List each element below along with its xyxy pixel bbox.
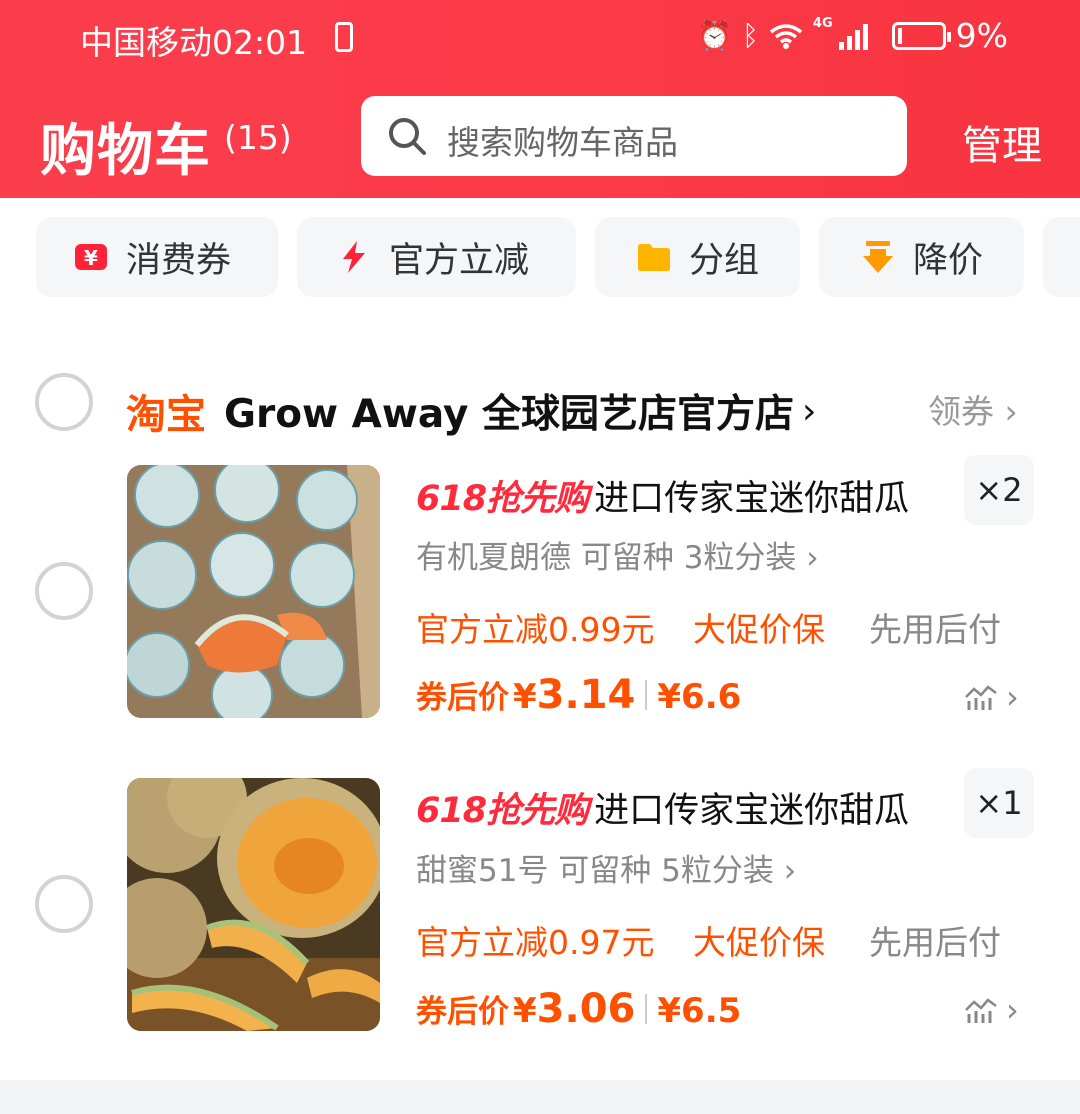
chip-label: 降价 [913, 240, 984, 281]
quantity-button[interactable]: ×2 [964, 455, 1034, 525]
cart-count: (15) [224, 118, 292, 157]
status-bar: 中国移动02:01 ⏰ ᛒ 4G 9% [0, 0, 1080, 76]
store-name: Grow Away 全球园艺店官方店 [224, 392, 794, 437]
item-title[interactable]: 618抢先购 进口传家宝迷你甜瓜 [416, 782, 909, 833]
final-price: 3.14 [536, 672, 636, 718]
wifi-icon [769, 23, 803, 49]
signal-icon [838, 22, 868, 50]
price-line: 券后价 ¥ 3.06 ¥6.5 [416, 986, 741, 1032]
price-protect-tag: 大促价保 [693, 610, 825, 649]
price-protect-tag: 大促价保 [693, 923, 825, 962]
manage-button[interactable]: 管理 [962, 113, 1042, 171]
price-down-icon [861, 240, 895, 274]
divider [645, 680, 648, 710]
promo-label: 618抢先购 [416, 791, 589, 831]
original-price: ¥6.6 [657, 677, 742, 717]
chevron-right-icon: › [773, 853, 797, 889]
price-trend-button[interactable]: › [964, 678, 1024, 716]
item-variant[interactable]: 甜蜜51号 可留种 5粒分装 › [416, 845, 796, 890]
currency-symbol: ¥ [513, 677, 537, 717]
currency-symbol: ¥ [513, 991, 537, 1031]
battery-percent: 9% [955, 16, 1008, 55]
store-header[interactable]: 淘宝 Grow Away 全球园艺店官方店 › [126, 382, 816, 440]
alarm-icon: ⏰ [697, 19, 733, 52]
price-line: 券后价 ¥ 3.14 ¥6.6 [416, 672, 741, 718]
pay-later-tag: 先用后付 [869, 610, 1001, 649]
chevron-right-icon: › [796, 540, 819, 576]
chip-more[interactable] [1043, 217, 1080, 297]
search-icon [389, 118, 426, 155]
section-divider [0, 1080, 1080, 1114]
coupon-icon: ¥ [74, 240, 108, 274]
chip-label: 消费券 [126, 240, 232, 281]
battery-icon [891, 21, 951, 50]
chip-group[interactable]: 分组 [595, 217, 800, 297]
page-title: 购物车 [40, 119, 211, 184]
taobao-label: 淘宝 [126, 392, 206, 438]
folder-icon [637, 240, 671, 274]
price-label: 券后价 [416, 994, 509, 1030]
price-label: 券后价 [416, 680, 509, 716]
promo-label: 618抢先购 [416, 479, 589, 519]
item-select-radio[interactable] [35, 875, 93, 933]
filter-chips: ¥ 消费券 官方立减 分组 降价 [36, 217, 1080, 297]
divider [645, 994, 648, 1024]
search-input[interactable]: 搜索购物车商品 [361, 96, 907, 176]
item-variant[interactable]: 有机夏朗德 可留种 3粒分装 › [416, 532, 819, 577]
svg-text:¥: ¥ [84, 246, 98, 270]
chevron-right-icon: › [994, 392, 1018, 431]
network-label: 4G [812, 16, 833, 31]
store-select-radio[interactable] [35, 373, 93, 431]
product-image[interactable] [127, 465, 380, 718]
price-trend-icon [965, 998, 997, 1023]
chevron-right-icon: › [1006, 678, 1019, 716]
status-icons: ⏰ ᛒ 4G 9% [697, 16, 1008, 55]
product-image[interactable] [127, 778, 380, 1031]
discount-tag: 官方立减0.99元 [416, 610, 655, 649]
price-trend-button[interactable]: › [964, 991, 1024, 1029]
chip-label: 官方立减 [389, 240, 530, 281]
chip-official-discount[interactable]: 官方立减 [297, 217, 576, 297]
chip-label: 分组 [689, 240, 760, 281]
quantity-button[interactable]: ×1 [964, 768, 1034, 838]
chevron-right-icon: › [801, 390, 817, 432]
pay-later-tag: 先用后付 [869, 923, 1001, 962]
original-price: ¥6.5 [657, 991, 742, 1031]
search-placeholder: 搜索购物车商品 [447, 123, 678, 162]
chevron-right-icon: › [1006, 991, 1019, 1029]
price-trend-icon [965, 685, 997, 710]
chip-coupon[interactable]: ¥ 消费券 [36, 217, 278, 297]
item-title[interactable]: 618抢先购 进口传家宝迷你甜瓜 [416, 470, 909, 521]
lightning-icon [337, 240, 371, 274]
item-select-radio[interactable] [35, 562, 93, 620]
phone-icon [335, 22, 353, 52]
chip-price-drop[interactable]: 降价 [819, 217, 1024, 297]
final-price: 3.06 [536, 986, 636, 1032]
discount-tag: 官方立减0.97元 [416, 923, 655, 962]
bluetooth-icon: ᛒ [742, 19, 759, 52]
status-carrier-time: 中国移动02:01 [80, 23, 308, 62]
get-coupon-button[interactable]: 领券 › [928, 385, 1018, 433]
